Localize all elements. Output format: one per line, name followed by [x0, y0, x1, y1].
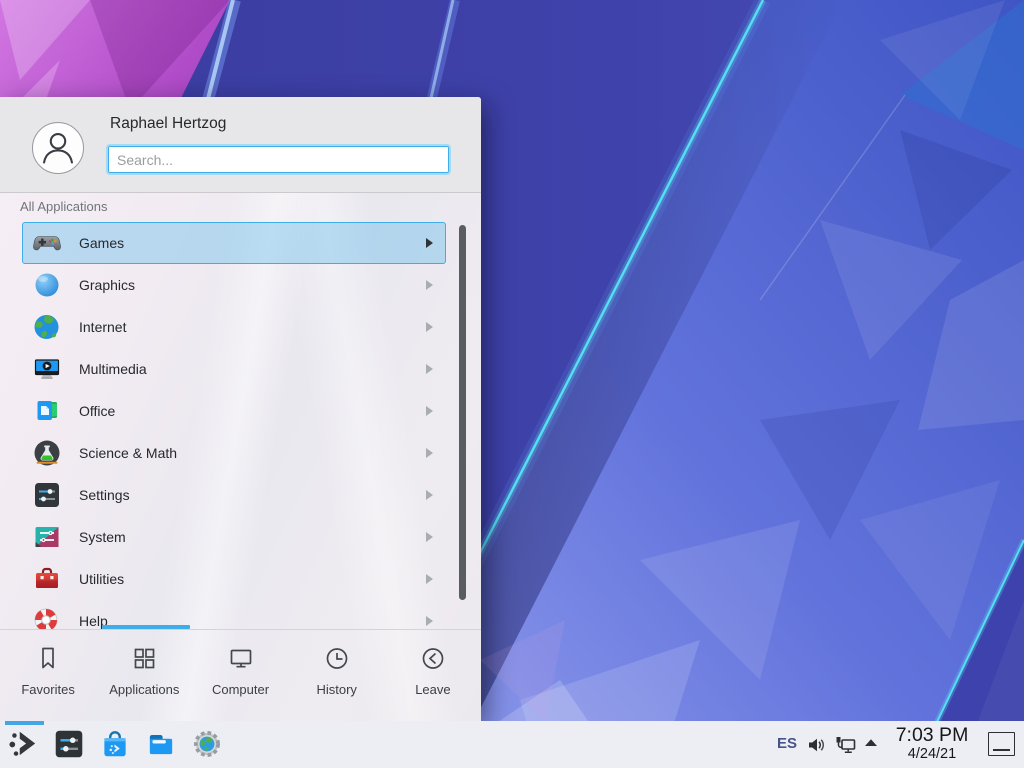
submenu-arrow-icon	[426, 532, 433, 542]
tab-label: History	[316, 682, 356, 697]
category-label: System	[79, 529, 126, 545]
system-settings-button[interactable]	[52, 727, 86, 761]
active-task-indicator	[5, 721, 44, 725]
show-desktop-button[interactable]	[988, 732, 1015, 756]
leave-icon	[419, 644, 447, 672]
network-icon[interactable]	[834, 735, 857, 755]
clock-time: 7:03 PM	[888, 724, 976, 746]
user-name: Raphael Hertzog	[110, 115, 226, 133]
category-graphics[interactable]: Graphics	[22, 264, 446, 306]
gamepad-icon	[31, 227, 63, 259]
category-label: Utilities	[79, 571, 124, 587]
tab-leave[interactable]: Leave	[385, 630, 481, 721]
section-label: All Applications	[20, 199, 107, 214]
category-help[interactable]: Help	[22, 600, 446, 629]
submenu-arrow-icon	[426, 238, 433, 248]
application-launcher-button[interactable]	[7, 727, 41, 761]
sphere-icon	[31, 269, 63, 301]
clock-date: 4/24/21	[888, 746, 976, 763]
category-office[interactable]: Office	[22, 390, 446, 432]
tab-applications[interactable]: Applications	[96, 630, 192, 721]
submenu-arrow-icon	[426, 448, 433, 458]
category-label: Graphics	[79, 277, 135, 293]
tab-label: Leave	[415, 682, 450, 697]
digital-clock[interactable]: 7:03 PM 4/24/21	[888, 724, 976, 763]
file-manager-button[interactable]	[144, 727, 178, 761]
submenu-arrow-icon	[426, 616, 433, 626]
scrollbar-handle[interactable]	[459, 225, 466, 600]
submenu-arrow-icon	[426, 406, 433, 416]
taskbar: ES 7:03 PM 4/24/21	[0, 721, 1024, 768]
bookmark-icon	[34, 644, 62, 672]
tab-label: Computer	[212, 682, 269, 697]
documents-icon	[31, 395, 63, 427]
expand-tray-caret-icon[interactable]	[864, 738, 878, 747]
launcher-tab-bar: Favorites Applications Computer History	[0, 630, 481, 721]
category-utilities[interactable]: Utilities	[22, 558, 446, 600]
user-avatar[interactable]	[32, 122, 84, 174]
application-launcher-menu: Raphael Hertzog All Applications	[0, 97, 481, 721]
submenu-arrow-icon	[426, 280, 433, 290]
app-grid-icon	[130, 644, 158, 672]
tab-favorites[interactable]: Favorites	[0, 630, 96, 721]
category-label: Internet	[79, 319, 126, 335]
submenu-arrow-icon	[426, 490, 433, 500]
category-multimedia[interactable]: Multimedia	[22, 348, 446, 390]
category-science-math[interactable]: Science & Math	[22, 432, 446, 474]
system-sliders-icon	[31, 521, 63, 553]
submenu-arrow-icon	[426, 322, 433, 332]
discover-button[interactable]	[98, 727, 132, 761]
category-settings[interactable]: Settings	[22, 474, 446, 516]
submenu-arrow-icon	[426, 364, 433, 374]
lifebuoy-icon	[31, 605, 63, 629]
sliders-icon	[31, 479, 63, 511]
category-label: Settings	[79, 487, 130, 503]
category-list: All Applications Games	[0, 192, 481, 629]
category-label: Multimedia	[79, 361, 147, 377]
globe-icon	[31, 311, 63, 343]
search-input[interactable]	[108, 146, 449, 173]
category-system[interactable]: System	[22, 516, 446, 558]
tab-computer[interactable]: Computer	[192, 630, 288, 721]
person-icon	[33, 123, 83, 173]
tab-history[interactable]: History	[289, 630, 385, 721]
desktop: Raphael Hertzog All Applications	[0, 0, 1024, 768]
monitor-icon	[227, 644, 255, 672]
toolbox-icon	[31, 563, 63, 595]
clock-icon	[323, 644, 351, 672]
category-label: Games	[79, 235, 124, 251]
volume-icon[interactable]	[806, 735, 826, 755]
category-label: Science & Math	[79, 445, 177, 461]
submenu-arrow-icon	[426, 574, 433, 584]
category-label: Office	[79, 403, 115, 419]
launcher-header: Raphael Hertzog	[0, 97, 481, 193]
keyboard-layout-indicator[interactable]: ES	[777, 735, 797, 752]
category-internet[interactable]: Internet	[22, 306, 446, 348]
tab-label: Favorites	[21, 682, 74, 697]
category-games[interactable]: Games	[22, 222, 446, 264]
web-browser-button[interactable]	[190, 727, 224, 761]
flask-icon	[31, 437, 63, 469]
media-player-icon	[31, 353, 63, 385]
tab-label: Applications	[109, 682, 179, 697]
